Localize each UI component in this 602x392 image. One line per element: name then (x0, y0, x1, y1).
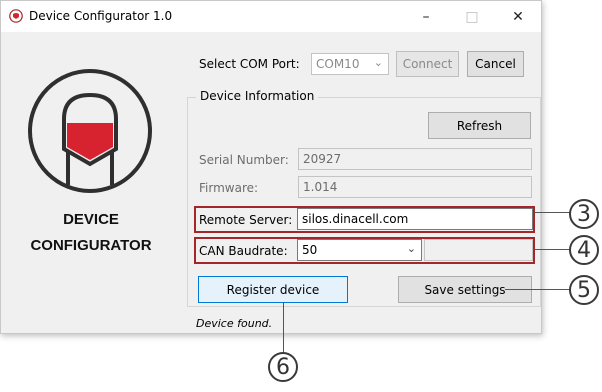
device-info-title: Device Information (196, 89, 319, 103)
status-text: Device found. (196, 317, 273, 330)
callout-4: 4 (569, 235, 599, 265)
chevron-down-icon: ⌄ (373, 56, 383, 69)
com-port-select: COM10 ⌄ (311, 53, 389, 75)
callout-line-6 (283, 302, 284, 354)
callout-3: 3 (569, 199, 599, 229)
register-device-button[interactable]: Register device (198, 276, 348, 303)
callout-line-5 (505, 289, 574, 290)
close-button[interactable]: ✕ (495, 1, 541, 32)
silo-logo-icon (28, 69, 152, 193)
cancel-button[interactable]: Cancel (467, 51, 524, 77)
title-bar: Device Configurator 1.0 – □ ✕ (1, 1, 541, 32)
callout-line-4 (534, 249, 574, 250)
serial-number-field: 20927 (298, 148, 532, 170)
minimize-button[interactable]: – (403, 1, 449, 32)
refresh-button[interactable]: Refresh (428, 112, 531, 139)
com-port-value: COM10 (316, 57, 360, 71)
callout-line-3 (534, 212, 574, 213)
can-baudrate-highlight (194, 237, 535, 264)
brand-line-2: CONFIGURATOR (30, 237, 152, 254)
window-title: Device Configurator 1.0 (29, 9, 173, 23)
app-icon (9, 9, 23, 23)
app-window: Device Configurator 1.0 – □ ✕ DEVICE CON… (0, 0, 542, 334)
remote-server-highlight (194, 206, 535, 233)
firmware-label: Firmware: (199, 181, 259, 195)
brand-line-1: DEVICE (63, 211, 119, 228)
com-port-label: Select COM Port: (199, 57, 300, 71)
connect-button: Connect (396, 51, 459, 77)
callout-6: 6 (268, 352, 298, 382)
firmware-field: 1.014 (298, 176, 532, 198)
maximize-button: □ (465, 8, 479, 25)
serial-number-label: Serial Number: (199, 153, 289, 167)
callout-5: 5 (569, 275, 599, 305)
